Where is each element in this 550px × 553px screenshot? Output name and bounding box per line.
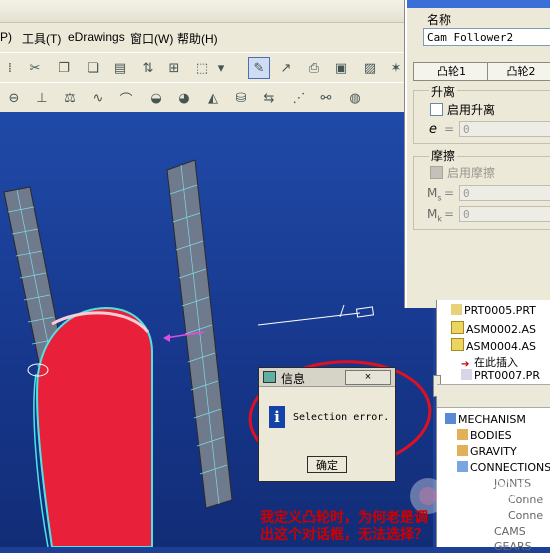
measure-icon[interactable]: ⊖ — [4, 88, 24, 108]
name-field[interactable] — [423, 28, 550, 46]
title-strip — [0, 0, 405, 23]
tree-item-insert-here[interactable]: ➔ 在此插入 — [461, 354, 518, 370]
menu-item-tools[interactable]: 工具(T) — [22, 30, 61, 47]
model-player-icon[interactable]: ⋰ — [289, 88, 309, 108]
mu-k-symbol: Mk — [427, 207, 442, 224]
toolbar-row-2: ⊖ ⊥ ⚖ ∿ ⌒ ◒ ◕ ◭ ⛁ ⇆ ⋰ ⚯ ◍ — [0, 82, 405, 114]
friction-group-label: 摩擦 — [429, 147, 458, 164]
enable-friction-label: 启用摩擦 — [447, 166, 496, 180]
tree-item-bodies[interactable]: BODIES — [457, 429, 512, 442]
close-button[interactable]: × — [345, 370, 391, 385]
error-message: Selection error. — [293, 412, 390, 423]
regenerate-icon[interactable]: ⇅ — [138, 58, 158, 78]
info-dialog-title-bar: 信息 × — [259, 368, 395, 387]
copy-icon[interactable]: ❐ — [54, 58, 74, 78]
tree-item-gravity[interactable]: GRAVITY — [457, 445, 517, 458]
menu-bar: P) 工具(T) eDrawings 窗口(W) 帮助(H) — [0, 0, 405, 52]
tree-divider — [437, 384, 550, 408]
right-gray-surface[interactable] — [166, 159, 233, 509]
paste-icon[interactable]: ❏ — [83, 58, 103, 78]
toolbar-row-1: ⁞ ✂ ❐ ❏ ▤ ⇅ ⊞ ⬚ ▾ ✎ ↗ ⎙ ▣ ▨ ✶ — [0, 52, 405, 84]
enable-liftoff-checkbox[interactable] — [430, 103, 443, 116]
dropdown-arrow-icon[interactable]: ▾ — [216, 58, 226, 78]
curvature-icon[interactable]: ⌒ — [116, 88, 136, 108]
appearance-icon[interactable]: ◍ — [345, 88, 365, 108]
static-friction-field[interactable] — [459, 185, 550, 201]
close-icon: × — [364, 371, 372, 383]
layers-icon[interactable]: ▣ — [331, 58, 351, 78]
red-cam-body[interactable] — [27, 306, 153, 547]
name-label: 名称 — [427, 13, 452, 27]
tree-item-mechanism[interactable]: MECHANISM — [445, 413, 526, 426]
mass-properties-icon[interactable]: ⚖ — [60, 88, 80, 108]
mu-s-symbol: Ms — [427, 186, 442, 203]
gravity-icon — [457, 445, 468, 456]
datum-tool-icon[interactable]: ↗ — [276, 58, 296, 78]
ruler-icon[interactable]: ⊥ — [32, 88, 52, 108]
dimension-scale-icon[interactable]: ⇆ — [259, 88, 279, 108]
kinetic-friction-field[interactable] — [459, 206, 550, 222]
info-dialog: 信息 × i Selection error. 确定 — [258, 367, 396, 482]
print-icon[interactable]: ⎙ — [304, 58, 324, 78]
information-icon: i — [269, 406, 285, 428]
selection-box-icon[interactable]: ⬚ — [192, 58, 212, 78]
select-all-icon[interactable]: ⊞ — [164, 58, 184, 78]
tree-item-part[interactable]: PRT0005.PRT — [451, 304, 536, 317]
menu-item-help[interactable]: 帮助(H) — [177, 30, 218, 47]
part-icon — [461, 369, 472, 380]
cut-icon[interactable]: ✂ — [25, 58, 45, 78]
watermark-url: www.proewildfire.cn — [454, 500, 534, 510]
tree-item-assembly[interactable]: ASM0002.AS — [451, 321, 536, 336]
surface-analysis-icon[interactable]: ◒ — [146, 88, 166, 108]
bodies-icon — [457, 429, 468, 440]
tree-item-assembly[interactable]: ASM0004.AS — [451, 338, 536, 353]
caption-line-1: 我定义凸轮时，为何老是调 — [260, 510, 428, 526]
tree-item-part[interactable]: PRT0007.PR — [461, 369, 540, 382]
tab-cam2[interactable]: 凸轮2 — [487, 62, 550, 81]
ok-button[interactable]: 确定 — [307, 456, 347, 473]
part-icon — [451, 304, 462, 315]
liftoff-group-label: 升离 — [429, 83, 458, 100]
question-caption: 我定义凸轮时，为何老是调 出这个对话框，无法选择？ — [260, 510, 500, 544]
assembly-icon — [451, 321, 464, 334]
menu-item-window[interactable]: 窗口(W) — [130, 30, 173, 47]
dialog-title-bar — [407, 0, 550, 8]
tab-cam1[interactable]: 凸轮1 — [413, 62, 490, 81]
image-view-icon[interactable]: ▨ — [360, 58, 380, 78]
binoculars-icon[interactable]: ⚯ — [316, 88, 336, 108]
menu-item-edrawings[interactable]: eDrawings — [68, 30, 125, 44]
enable-liftoff-label: 启用升离 — [447, 103, 496, 117]
liftoff-e-field[interactable] — [459, 121, 550, 137]
e-symbol: e — [429, 122, 437, 137]
assembly-icon — [451, 338, 464, 351]
enable-friction-checkbox[interactable] — [430, 166, 443, 179]
connection-definition-dialog: 名称 凸轮1 凸轮2 升离 启用升离 e = 摩擦 启用摩擦 Ms = Mk = — [405, 0, 550, 308]
grid-icon[interactable]: ⁞ — [0, 58, 20, 78]
window-icon — [263, 371, 276, 383]
sketcher-icon[interactable]: ✎ — [248, 57, 270, 79]
weight-icon[interactable]: ⛁ — [231, 88, 251, 108]
curve-analysis-icon[interactable]: ∿ — [88, 88, 108, 108]
datum-display-icon[interactable]: ✶ — [386, 58, 406, 78]
draft-check-icon[interactable]: ◭ — [203, 88, 223, 108]
menu-item-partial[interactable]: P) — [0, 30, 12, 44]
mechanism-icon — [445, 413, 456, 424]
info-dialog-title: 信息 — [281, 372, 306, 386]
caption-line-2: 出这个对话框，无法选择？ — [260, 527, 428, 543]
shade-analysis-icon[interactable]: ◕ — [174, 88, 194, 108]
paste-special-icon[interactable]: ▤ — [110, 58, 130, 78]
